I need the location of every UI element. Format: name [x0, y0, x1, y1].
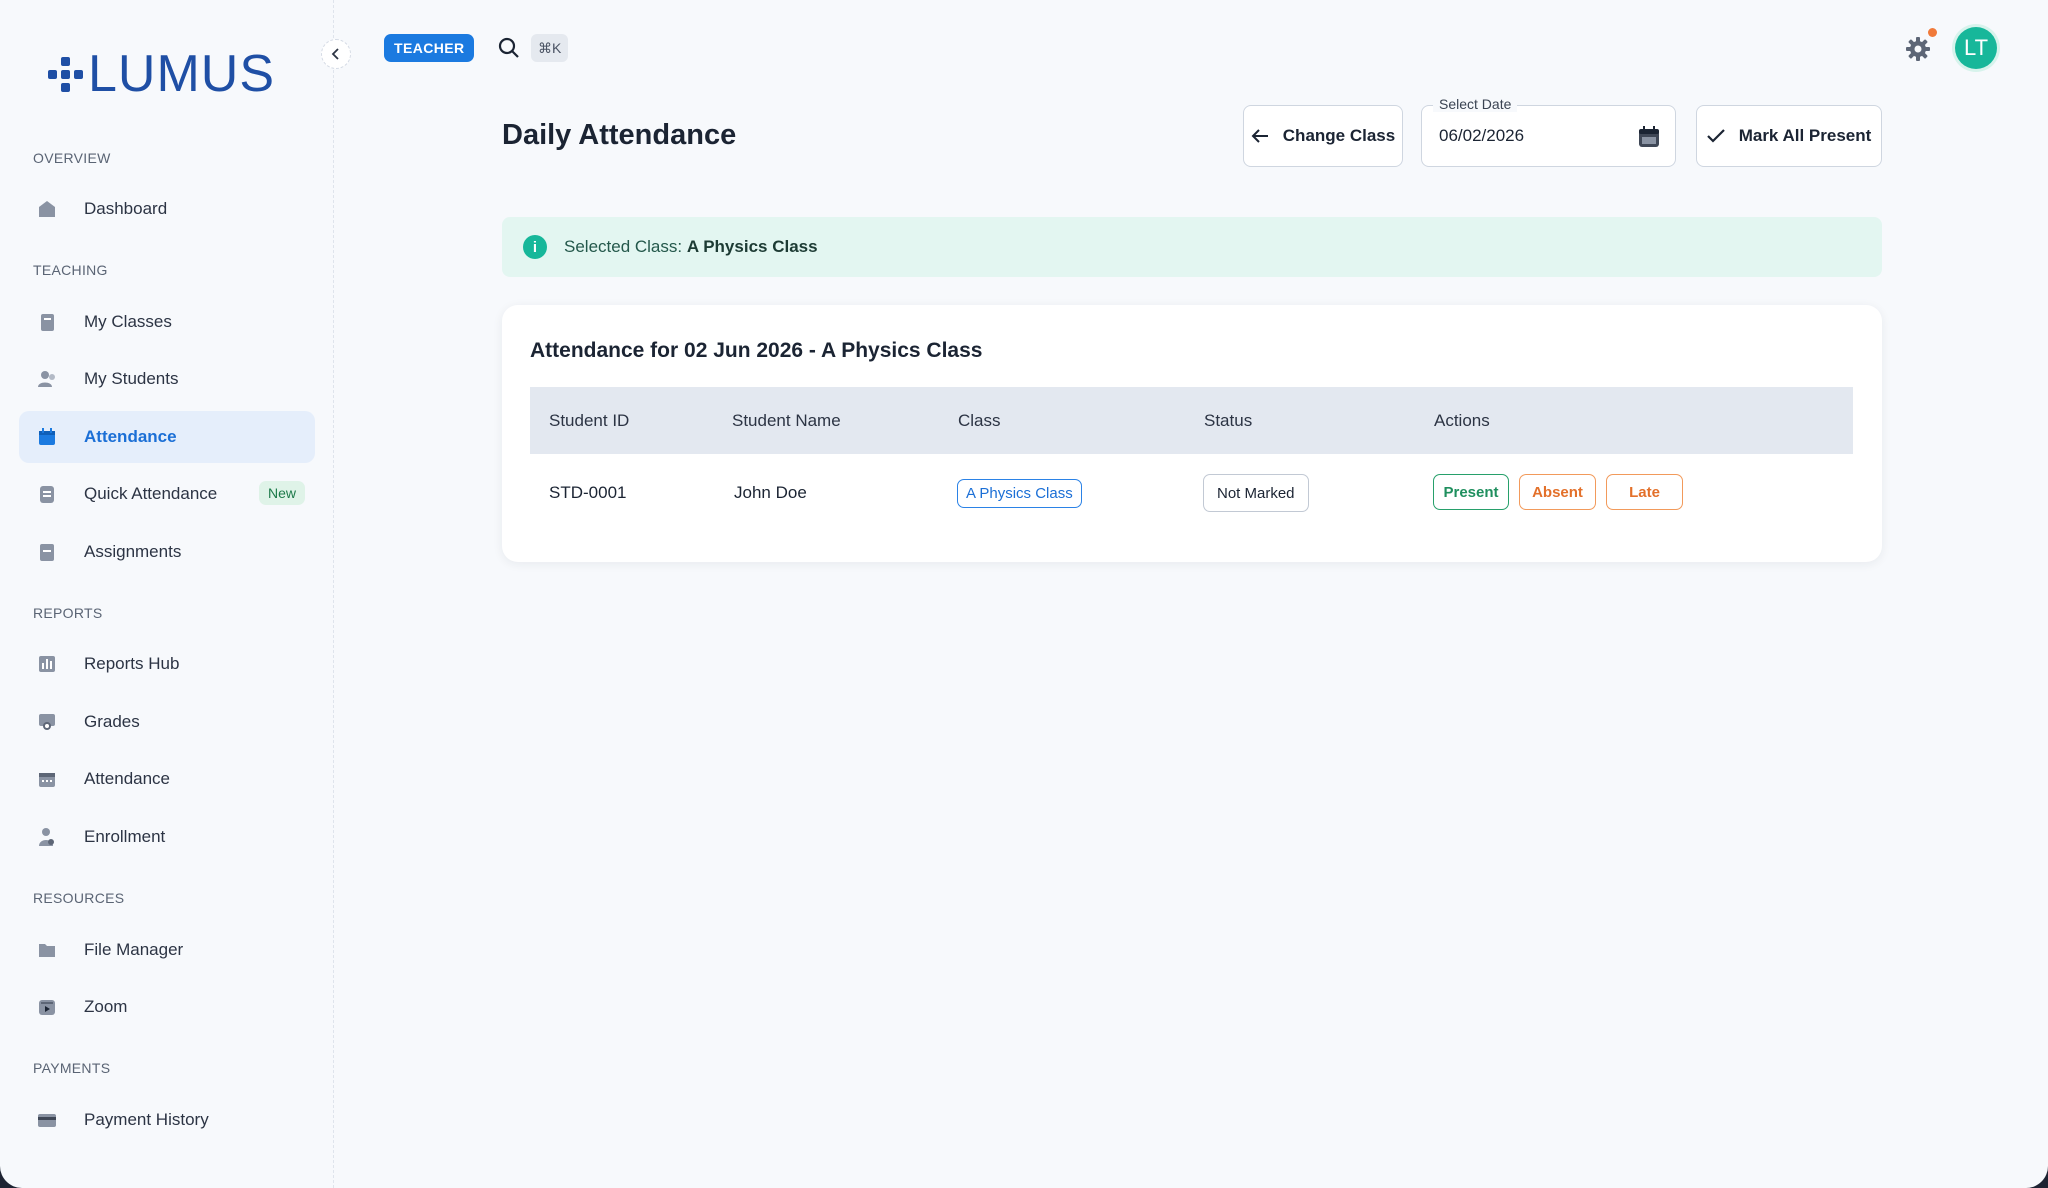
table-header: Student ID Student Name Class Status Act… — [530, 387, 1853, 454]
sidebar-item-attendance[interactable]: Attendance — [19, 411, 315, 463]
date-picker-field[interactable]: Select Date 06/02/2026 — [1421, 96, 1676, 167]
change-class-label: Change Class — [1282, 126, 1396, 145]
sidebar-item-label: Reports Hub — [84, 654, 180, 673]
calendar-icon[interactable] — [1637, 125, 1661, 149]
sidebar-item-enrollment[interactable]: Enrollment — [19, 811, 315, 863]
sidebar-item-my-students[interactable]: My Students — [19, 353, 315, 405]
student-id-cell: STD-0001 — [549, 483, 627, 502]
sidebar-item-label: My Classes — [84, 312, 172, 331]
sidebar-item-label: Attendance — [84, 427, 177, 446]
sidebar-item-my-classes[interactable]: My Classes — [19, 296, 315, 348]
nav-section-reports: REPORTS — [33, 605, 103, 621]
sidebar-item-label: File Manager — [84, 940, 184, 959]
sidebar-item-label: Assignments — [84, 542, 182, 561]
sidebar-item-label: Zoom — [84, 997, 128, 1016]
column-header-actions: Actions — [1434, 411, 1490, 430]
present-button[interactable]: Present — [1433, 474, 1509, 510]
class-chip[interactable]: A Physics Class — [957, 479, 1082, 508]
absent-button[interactable]: Absent — [1519, 474, 1596, 510]
sidebar-item-label: My Students — [84, 369, 179, 388]
column-header-status: Status — [1204, 411, 1253, 430]
nav-section-overview: OVERVIEW — [33, 150, 111, 166]
gear-icon — [1906, 37, 1930, 61]
status-badge: Not Marked — [1203, 474, 1309, 512]
sidebar-item-zoom[interactable]: Zoom — [19, 981, 315, 1033]
selected-class-alert: i Selected Class: A Physics Class — [502, 217, 1882, 277]
alert-prefix: Selected Class: — [564, 237, 687, 256]
check-icon — [1706, 129, 1725, 143]
column-header-student-name: Student Name — [732, 411, 841, 430]
sidebar-item-payment-history[interactable]: Payment History — [19, 1094, 315, 1146]
column-header-student-id: Student ID — [549, 411, 630, 430]
sidebar-item-assignments[interactable]: Assignments — [19, 526, 315, 578]
sidebar-item-label: Attendance — [84, 769, 171, 788]
attendance-card-title: Attendance for 02 Jun 2026 - A Physics C… — [530, 339, 983, 362]
calendar-icon — [36, 426, 58, 448]
sidebar-item-dashboard[interactable]: Dashboard — [19, 183, 315, 235]
arrow-left-icon — [1251, 129, 1268, 143]
sidebar-item-file-manager[interactable]: File Manager — [19, 924, 315, 976]
role-badge: TEACHER — [384, 34, 475, 62]
notification-dot — [1928, 28, 1937, 37]
table-row: STD-0001 John Doe A Physics Class Not Ma… — [530, 454, 1853, 534]
mark-all-present-button[interactable]: Mark All Present — [1696, 105, 1882, 167]
mark-all-present-label: Mark All Present — [1738, 126, 1872, 145]
folder-icon — [36, 939, 58, 961]
settings-button[interactable] — [1903, 34, 1933, 64]
sidebar-item-attendance-report[interactable]: Attendance — [19, 753, 315, 805]
late-button[interactable]: Late — [1606, 474, 1683, 510]
document-icon — [36, 541, 58, 563]
page-title: Daily Attendance — [502, 119, 737, 151]
sidebar-item-label: Dashboard — [84, 199, 168, 218]
date-field-label: Select Date — [1433, 96, 1518, 112]
calendar-icon — [36, 768, 58, 790]
new-badge: New — [258, 481, 305, 505]
sidebar-item-label: Quick Attendance — [84, 484, 218, 503]
book-icon — [36, 311, 58, 333]
alert-text: Selected Class: A Physics Class — [564, 237, 818, 257]
users-icon — [36, 368, 58, 390]
brand-logo[interactable]: LUMUS — [46, 48, 275, 100]
nav-section-payments: PAYMENTS — [33, 1060, 111, 1076]
sidebar-item-grades[interactable]: Grades — [19, 696, 315, 748]
date-input-value[interactable]: 06/02/2026 — [1439, 126, 1524, 146]
search-icon[interactable] — [497, 36, 521, 60]
brand-name: LUMUS — [88, 45, 276, 103]
info-icon: i — [523, 235, 547, 259]
alert-class-name: A Physics Class — [686, 237, 818, 256]
column-header-class: Class — [958, 411, 1001, 430]
chevron-left-icon — [331, 48, 339, 60]
app-window: LUMUS OVERVIEW Dashboard TEACHING My Cla… — [0, 0, 2048, 1188]
sidebar-item-label: Grades — [84, 712, 140, 731]
user-add-icon — [36, 826, 58, 848]
collapse-sidebar-button[interactable] — [321, 39, 351, 69]
video-icon — [36, 996, 58, 1018]
home-icon — [36, 198, 58, 220]
sidebar-item-label: Enrollment — [84, 827, 166, 846]
logo-mark-icon — [46, 55, 84, 93]
nav-section-resources: RESOURCES — [33, 890, 125, 906]
chart-icon — [36, 653, 58, 675]
search-shortcut[interactable]: ⌘K — [531, 34, 569, 62]
sidebar-item-label: Payment History — [84, 1110, 209, 1129]
sidebar-item-reports-hub[interactable]: Reports Hub — [19, 638, 315, 690]
clipboard-icon — [36, 483, 58, 505]
sidebar: LUMUS OVERVIEW Dashboard TEACHING My Cla… — [0, 0, 334, 1188]
student-name-cell: John Doe — [734, 483, 807, 502]
card-icon — [36, 1109, 58, 1131]
avatar[interactable]: LT — [1955, 27, 1997, 69]
award-icon — [36, 711, 58, 733]
attendance-card: Attendance for 02 Jun 2026 - A Physics C… — [502, 305, 1882, 562]
sidebar-item-quick-attendance[interactable]: Quick Attendance New — [19, 468, 315, 520]
nav-section-teaching: TEACHING — [33, 262, 108, 278]
change-class-button[interactable]: Change Class — [1243, 105, 1403, 167]
